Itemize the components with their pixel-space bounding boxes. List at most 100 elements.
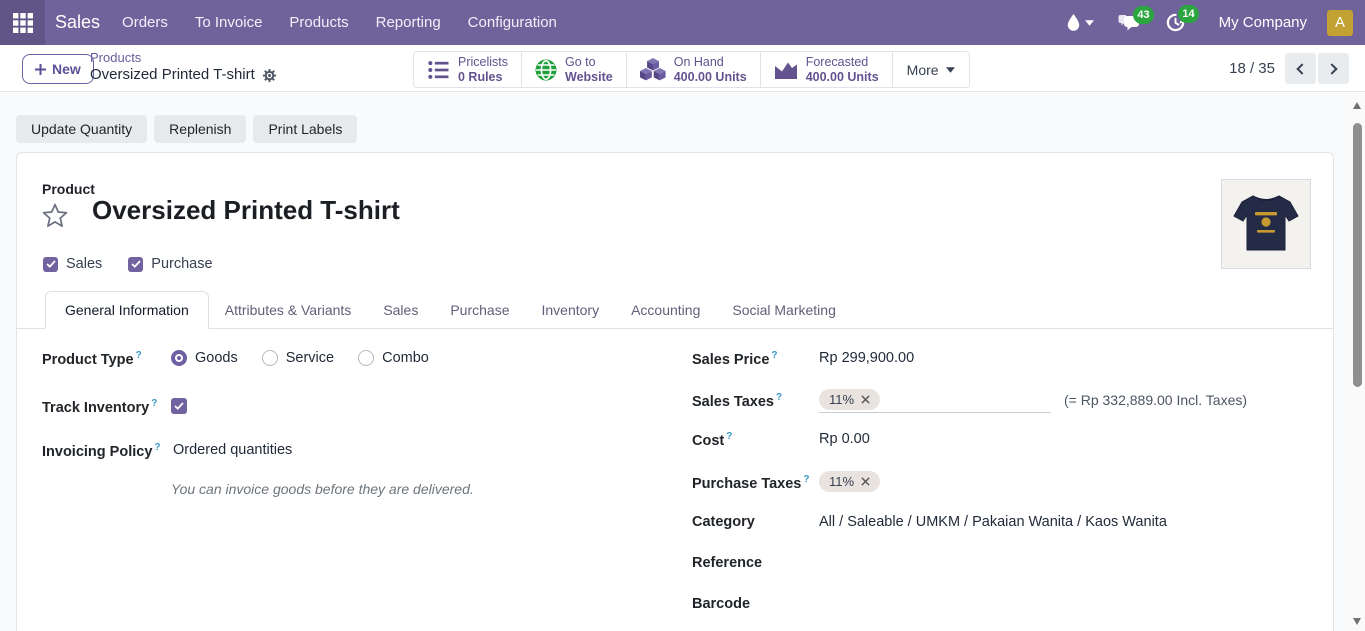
radio-unselected-icon <box>358 350 374 366</box>
record-kind-label: Product <box>42 181 95 197</box>
stat-value: Website <box>565 70 613 85</box>
field-barcode: Barcode <box>692 596 819 612</box>
pager-next-button[interactable] <box>1318 53 1349 84</box>
taxes-included-note: (= Rp 332,889.00 Incl. Taxes) <box>1064 392 1247 408</box>
radio-combo[interactable]: Combo <box>358 350 429 366</box>
pager-previous-button[interactable] <box>1285 53 1316 84</box>
help-icon[interactable]: ? <box>151 398 157 409</box>
company-switcher[interactable]: My Company <box>1219 14 1307 31</box>
notebook-tabs: General Information Attributes & Variant… <box>17 289 1333 329</box>
stat-label: Go to <box>565 55 613 70</box>
chevron-right-icon <box>1326 63 1337 74</box>
help-icon[interactable]: ? <box>154 442 160 453</box>
field-track-inventory: Track Inventory? <box>42 398 187 416</box>
sales-taxes-input-underline[interactable] <box>819 412 1051 413</box>
field-category: Category All / Saleable / UMKM / Pakaian… <box>692 514 1167 530</box>
tab-accounting[interactable]: Accounting <box>615 292 716 328</box>
help-icon[interactable]: ? <box>803 474 809 485</box>
activities-count-badge: 14 <box>1178 5 1198 23</box>
radio-unselected-icon <box>262 350 278 366</box>
forecast-area-chart-icon <box>774 59 798 80</box>
menu-orders[interactable]: Orders <box>122 14 168 31</box>
caret-down-icon <box>1085 20 1094 26</box>
stat-label: On Hand <box>674 55 747 70</box>
sales-tax-tag[interactable]: 11% <box>819 389 880 410</box>
replenish-button[interactable]: Replenish <box>154 115 246 143</box>
product-type-radio-group: Goods Service Combo <box>171 350 429 366</box>
cost-input[interactable]: Rp 0.00 <box>819 431 870 447</box>
messages-count-badge: 43 <box>1133 6 1153 24</box>
menu-configuration[interactable]: Configuration <box>468 14 557 31</box>
systray: 43 14 My Company A <box>1067 10 1365 36</box>
vertical-scrollbar[interactable] <box>1349 92 1365 631</box>
user-avatar[interactable]: A <box>1327 10 1353 36</box>
category-select[interactable]: All / Saleable / UMKM / Pakaian Wanita /… <box>819 514 1167 530</box>
field-reference: Reference <box>692 555 819 571</box>
field-sales-price: Sales Price? Rp 299,900.00 <box>692 350 914 368</box>
tab-inventory[interactable]: Inventory <box>526 292 616 328</box>
purchase-tax-tag[interactable]: 11% <box>819 471 880 492</box>
stat-button-go-to-website[interactable]: Go to Website <box>522 52 627 87</box>
field-cost: Cost? Rp 0.00 <box>692 431 870 449</box>
help-icon[interactable]: ? <box>136 350 142 361</box>
remove-tag-icon[interactable] <box>861 477 870 486</box>
menu-to-invoice[interactable]: To Invoice <box>195 14 263 31</box>
record-action-buttons: Update Quantity Replenish Print Labels <box>16 115 357 143</box>
stat-value: 0 Rules <box>458 70 508 85</box>
checkbox-checked-icon <box>128 257 143 272</box>
remove-tag-icon[interactable] <box>861 395 870 404</box>
stat-button-pricelists[interactable]: Pricelists 0 Rules <box>414 52 522 87</box>
on-hand-cubes-icon <box>640 58 666 81</box>
activities-button[interactable]: 14 <box>1166 13 1185 32</box>
stat-button-on-hand[interactable]: On Hand 400.00 Units <box>627 52 761 87</box>
stat-button-group: Pricelists 0 Rules Go to Website <box>413 51 970 88</box>
product-name-input[interactable]: Oversized Printed T-shirt <box>92 195 400 226</box>
scrollbar-thumb[interactable] <box>1353 123 1362 387</box>
field-sales-taxes: Sales Taxes? 11% <box>692 389 880 410</box>
breadcrumb: Products Oversized Printed T-shirt <box>90 50 277 85</box>
stat-button-forecasted[interactable]: Forecasted 400.00 Units <box>761 52 893 87</box>
product-image[interactable] <box>1221 179 1311 269</box>
sales-price-input[interactable]: Rp 299,900.00 <box>819 350 914 366</box>
help-icon[interactable]: ? <box>726 431 732 442</box>
theme-droplet-menu[interactable] <box>1067 14 1094 31</box>
invoicing-policy-help-text: You can invoice goods before they are de… <box>171 481 474 497</box>
record-actions-gear-icon[interactable] <box>262 68 277 83</box>
track-inventory-checkbox[interactable] <box>171 398 187 414</box>
new-button[interactable]: New <box>22 54 94 84</box>
messages-button[interactable]: 43 <box>1118 14 1140 32</box>
purchase-checkbox[interactable]: Purchase <box>128 256 212 272</box>
tab-social-marketing[interactable]: Social Marketing <box>716 292 852 328</box>
stat-label: Pricelists <box>458 55 508 70</box>
plus-icon <box>35 64 46 75</box>
tab-sales[interactable]: Sales <box>367 292 434 328</box>
radio-goods[interactable]: Goods <box>171 350 238 366</box>
odoo-product-form-screen: Sales Orders To Invoice Products Reporti… <box>0 0 1365 631</box>
help-icon[interactable]: ? <box>771 350 777 361</box>
breadcrumb-current: Oversized Printed T-shirt <box>90 66 255 85</box>
stat-value: 400.00 Units <box>806 70 879 85</box>
tab-attributes-variants[interactable]: Attributes & Variants <box>209 292 368 328</box>
app-menubar: Orders To Invoice Products Reporting Con… <box>122 14 557 31</box>
print-labels-button[interactable]: Print Labels <box>253 115 357 143</box>
sales-checkbox[interactable]: Sales <box>43 256 102 272</box>
breadcrumb-parent[interactable]: Products <box>90 50 277 66</box>
website-globe-icon <box>535 59 557 81</box>
tab-general-information[interactable]: General Information <box>45 291 209 329</box>
menu-reporting[interactable]: Reporting <box>376 14 441 31</box>
update-quantity-button[interactable]: Update Quantity <box>16 115 147 143</box>
sale-purchase-toggles: Sales Purchase <box>43 256 213 272</box>
help-icon[interactable]: ? <box>776 392 782 403</box>
favorite-star-icon[interactable] <box>41 202 69 230</box>
radio-service[interactable]: Service <box>262 350 334 366</box>
more-stat-buttons-dropdown[interactable]: More <box>893 52 969 87</box>
invoicing-policy-select[interactable]: Ordered quantities <box>173 442 292 458</box>
menu-products[interactable]: Products <box>289 14 348 31</box>
apps-menu-button[interactable] <box>0 0 45 45</box>
scroll-down-arrow-icon[interactable] <box>1353 618 1361 625</box>
pager: 18 / 35 <box>1229 53 1349 84</box>
scroll-up-arrow-icon[interactable] <box>1353 102 1361 109</box>
current-app-name[interactable]: Sales <box>55 12 100 33</box>
tab-purchase[interactable]: Purchase <box>434 292 525 328</box>
pager-counter: 18 / 35 <box>1229 60 1275 77</box>
